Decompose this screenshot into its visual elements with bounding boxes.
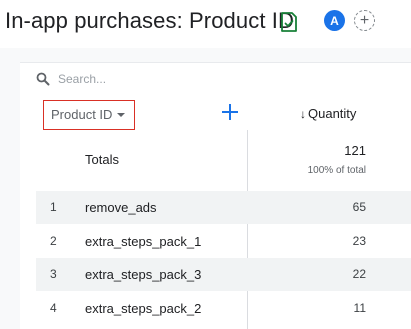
table-row[interactable]: 4 extra_steps_pack_2 11 bbox=[36, 292, 411, 325]
row-index: 2 bbox=[50, 234, 57, 248]
product-id-cell: remove_ads bbox=[85, 200, 157, 215]
totals-value: 121 bbox=[344, 143, 366, 158]
verified-report-icon[interactable] bbox=[280, 12, 298, 32]
dimension-label: Product ID bbox=[51, 107, 113, 122]
caret-down-icon bbox=[117, 113, 125, 117]
row-index: 3 bbox=[50, 267, 57, 281]
row-index: 1 bbox=[50, 200, 57, 214]
row-index: 4 bbox=[50, 301, 57, 315]
table-row[interactable]: 2 extra_steps_pack_1 23 bbox=[36, 225, 411, 258]
search-icon bbox=[36, 72, 50, 86]
totals-label: Totals bbox=[85, 152, 119, 167]
divider bbox=[20, 62, 411, 63]
product-id-cell: extra_steps_pack_3 bbox=[85, 267, 202, 282]
report-header: In-app purchases: Product ID A + bbox=[0, 0, 411, 48]
product-id-cell: extra_steps_pack_2 bbox=[85, 301, 202, 316]
table-row[interactable]: 1 remove_ads 65 bbox=[36, 191, 411, 224]
metric-column-header[interactable]: ↓ Quantity bbox=[300, 106, 356, 121]
quantity-cell: 65 bbox=[352, 200, 366, 214]
totals-percent: 100% of total bbox=[307, 165, 366, 176]
dimension-selector[interactable]: Product ID bbox=[43, 100, 135, 130]
quantity-cell: 23 bbox=[352, 234, 366, 248]
quantity-cell: 11 bbox=[353, 301, 366, 315]
table-row[interactable]: 3 extra_steps_pack_3 22 bbox=[36, 258, 411, 291]
metric-label: Quantity bbox=[308, 106, 357, 121]
quantity-cell: 22 bbox=[352, 267, 366, 281]
avatar[interactable]: A bbox=[324, 10, 345, 31]
search-input[interactable] bbox=[58, 68, 358, 90]
product-id-cell: extra_steps_pack_1 bbox=[85, 234, 202, 249]
add-comparison-button[interactable]: + bbox=[354, 10, 375, 31]
add-dimension-button[interactable] bbox=[219, 101, 241, 123]
search-bar bbox=[36, 68, 376, 90]
sort-arrow-icon: ↓ bbox=[300, 107, 306, 121]
page-title: In-app purchases: Product ID bbox=[5, 8, 294, 33]
